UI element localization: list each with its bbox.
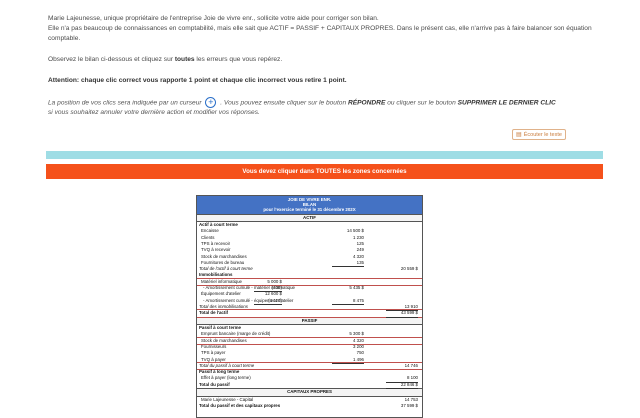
balance-row[interactable]: Total de l'actif 43 599 $: [197, 310, 422, 318]
cursor-hint: La position de vos clics sera indiquée p…: [48, 97, 608, 118]
period-label: pour l'exercice terminé le 31 décembre 2…: [263, 207, 356, 213]
row-amount: 37 599 $: [400, 402, 418, 408]
context-line-2: Elle n'a pas beaucoup de connaissances e…: [48, 25, 592, 42]
balance-sheet-header: JOIE DE VIVRE ENR. BILAN pour l'exercice…: [197, 196, 422, 214]
hint-text-4: si vous souhaitez annuler votre dernière…: [48, 109, 260, 117]
row-label: Total du passif: [199, 381, 230, 387]
cursor-plus-icon: +: [205, 97, 217, 108]
hint-text-3: ou cliquer sur le bouton: [387, 99, 456, 107]
context-paragraph: Marie Lajeunesse, unique propriétaire de…: [48, 14, 608, 44]
hint-repondre: RÉPONDRE: [347, 99, 386, 107]
task-paragraph: Observez le bilan ci-dessous et cliquez …: [48, 55, 608, 65]
progress-bar: [46, 151, 603, 159]
row-amount: 43 599 $: [386, 310, 418, 318]
section-capitaux-propres: CAPITAUX PROPRES: [197, 388, 422, 397]
passif-rows: Passif à court terme Emprunt bancaire (ma…: [197, 325, 422, 390]
hint-supprimer: SUPPRIMER LE DERNIER CLIC: [457, 99, 556, 107]
context-line-1: Marie Lajeunesse, unique propriétaire de…: [48, 15, 379, 22]
task-text-end: les erreurs que vous repérez.: [194, 56, 283, 63]
balance-row[interactable]: Total du passif 22 846 $: [197, 381, 422, 390]
section-actif: ACTIF: [197, 213, 422, 223]
hint-text-2: . Vous pouvez ensuite cliquer sur le bou…: [220, 99, 347, 107]
instructions: Marie Lajeunesse, unique propriétaire de…: [48, 14, 608, 118]
section-passif: PASSIF: [197, 316, 422, 326]
task-text: Observez le bilan ci-dessous et cliquez …: [48, 56, 175, 63]
actif-rows: Actif à court terme Encaisse 14 500 $ Clien…: [197, 222, 422, 318]
balance-row[interactable]: Total du passif et des capitaux propres 3…: [197, 403, 422, 409]
listen-text-button[interactable]: ▤ Écouter le texte: [512, 129, 566, 140]
row-label: Total de l'actif: [199, 310, 229, 316]
capitaux-propres-rows: Marie Lajeunesse - Capital 14 753 Total du…: [197, 397, 422, 410]
instruction-banner: Vous devez cliquer dans TOUTES les zones…: [46, 164, 603, 179]
row-label: Total du passif et des capitaux propres: [199, 402, 281, 408]
banner-text: Vous devez cliquer dans TOUTES les zones…: [242, 168, 407, 175]
row-amount: 22 846 $: [386, 382, 418, 390]
scoring-warning: Attention: chaque clic correct vous rapp…: [48, 77, 347, 84]
balance-sheet[interactable]: JOIE DE VIVRE ENR. BILAN pour l'exercice…: [196, 195, 423, 418]
listen-button-label: Écouter le texte: [523, 131, 562, 138]
speaker-icon: ▤: [516, 131, 522, 138]
hint-text-1: La position de vos clics sera indiquée p…: [48, 99, 202, 107]
task-emphasis: toutes: [174, 56, 195, 63]
